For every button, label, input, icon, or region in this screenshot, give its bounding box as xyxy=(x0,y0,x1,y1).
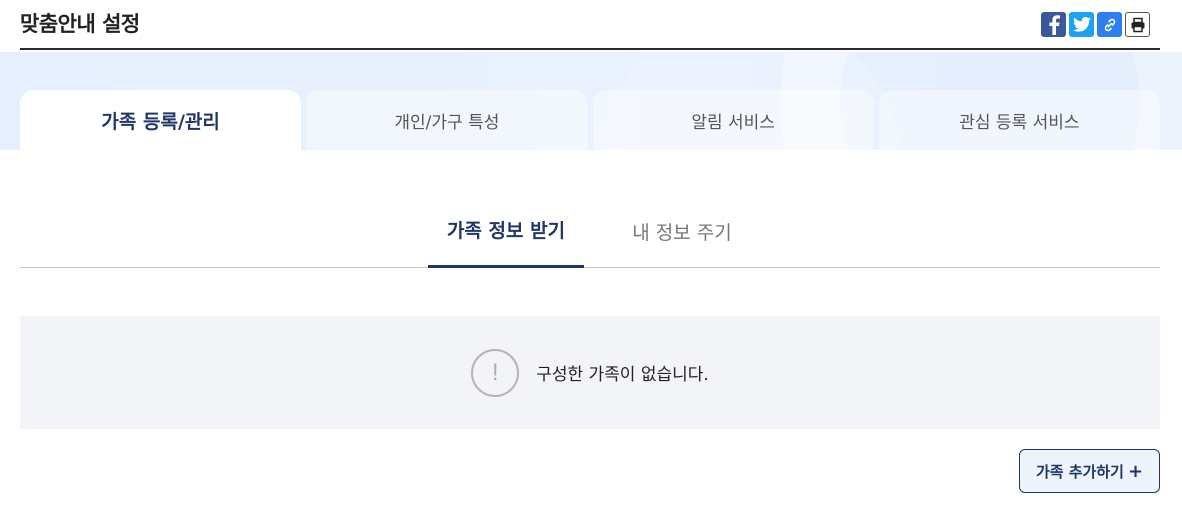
copy-link-button[interactable] xyxy=(1097,12,1122,37)
page-header: 맞춤안내 설정 xyxy=(20,0,1160,50)
tab-interest-registration[interactable]: 관심 등록 서비스 xyxy=(878,90,1160,150)
print-button[interactable] xyxy=(1125,12,1150,37)
subtab-give-my-info[interactable]: 내 정보 주기 xyxy=(606,204,758,268)
link-icon xyxy=(1104,18,1115,31)
subtab-receive-family-info[interactable]: 가족 정보 받기 xyxy=(428,204,584,268)
sub-tab-bar: 가족 정보 받기 내 정보 주기 xyxy=(20,204,1160,268)
add-family-button[interactable]: 가족 추가하기 + xyxy=(1019,449,1160,493)
twitter-icon xyxy=(1072,17,1091,32)
tab-household-characteristics[interactable]: 개인/가구 특성 xyxy=(306,90,588,150)
main-tab-bar: 가족 등록/관리 개인/가구 특성 알림 서비스 관심 등록 서비스 xyxy=(20,90,1160,150)
empty-state-message: 구성한 가족이 없습니다. xyxy=(536,365,709,385)
print-icon xyxy=(1131,17,1144,32)
page-title: 맞춤안내 설정 xyxy=(20,12,140,36)
plus-icon: + xyxy=(1127,460,1144,482)
facebook-share-button[interactable] xyxy=(1041,12,1066,37)
share-buttons xyxy=(1041,12,1150,37)
empty-state-panel: ! 구성한 가족이 없습니다. xyxy=(20,316,1160,429)
tab-notification-service[interactable]: 알림 서비스 xyxy=(592,90,874,150)
twitter-share-button[interactable] xyxy=(1069,12,1094,37)
add-family-button-label: 가족 추가하기 xyxy=(1035,462,1124,481)
facebook-icon xyxy=(1048,14,1060,35)
exclamation-circle-icon: ! xyxy=(471,348,520,397)
tab-family-management[interactable]: 가족 등록/관리 xyxy=(20,90,302,150)
